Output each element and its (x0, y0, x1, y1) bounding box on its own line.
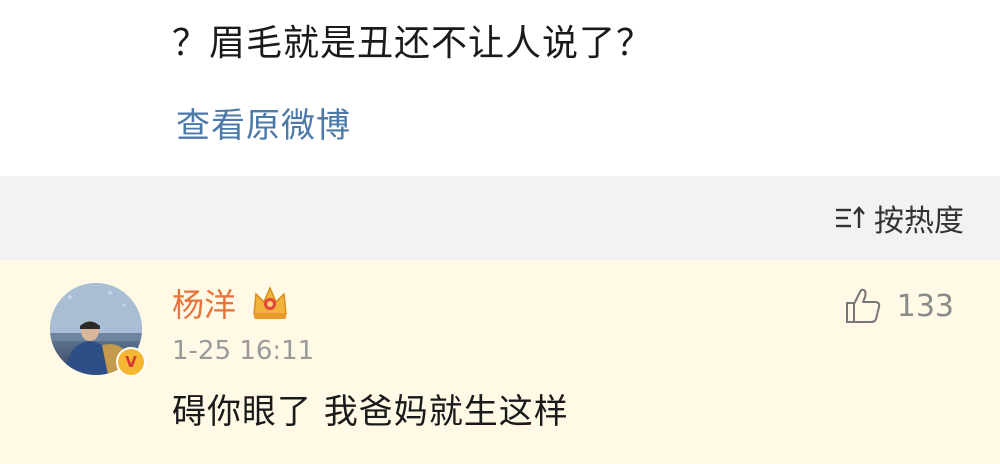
comment-text: 碍你眼了 我爸妈就生这样 (172, 392, 569, 432)
sort-label: 按热度 (874, 204, 964, 239)
comment-item: V 杨洋 133 1-25 16:11 碍你眼了 我爸妈就生这样 (0, 260, 1000, 464)
sort-bar: 按热度 (0, 176, 1000, 260)
sort-icon (836, 206, 865, 228)
original-post: ？眉毛就是丑还不让人说了？ 查看原微博 (0, 0, 1000, 176)
like-button[interactable]: 133 (843, 286, 954, 326)
view-original-link[interactable]: 查看原微博 (176, 98, 351, 147)
post-text: ？眉毛就是丑还不让人说了？ (172, 23, 654, 64)
comment-timestamp: 1-25 16:11 (172, 336, 315, 366)
verified-badge: V (116, 347, 146, 377)
comment-username[interactable]: 杨洋 (172, 280, 236, 326)
thumbs-up-icon (845, 288, 880, 323)
crown-icon (253, 286, 287, 319)
sort-by-hot-button[interactable]: 按热度 (834, 198, 964, 239)
like-count: 133 (896, 288, 954, 324)
